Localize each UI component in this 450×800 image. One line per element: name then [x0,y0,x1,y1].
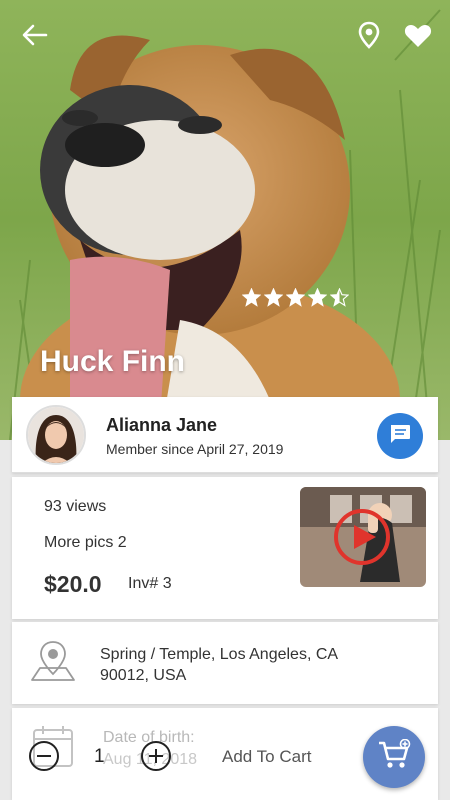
video-thumbnail[interactable] [300,487,426,587]
back-arrow-icon[interactable] [18,18,52,52]
star-half-icon [330,288,349,307]
more-pics-link[interactable]: More pics 2 [44,534,127,552]
plus-circle-icon [140,741,172,776]
star-full-icon [264,288,283,307]
rating-stars [242,288,349,307]
favorite-heart-icon[interactable] [401,18,435,52]
map-location-icon [30,638,76,689]
location-card[interactable]: Spring / Temple, Los Angeles, CA 90012, … [12,622,438,704]
member-since-text: Member since April 27, 2019 [106,441,284,457]
add-to-cart-button[interactable] [363,726,425,788]
star-full-icon [308,288,327,307]
add-to-cart-label[interactable]: Add To Cart [222,747,311,767]
inventory-number: Inv# 3 [128,575,172,592]
increase-quantity-button[interactable] [140,740,172,777]
address-text: Spring / Temple, Los Angeles, CA 90012, … [100,646,338,684]
owner-card[interactable]: Alianna Jane Member since April 27, 2019 [12,397,438,473]
minus-circle-icon [28,741,60,776]
message-button[interactable] [377,413,423,459]
star-full-icon [286,288,305,307]
owner-name: Alianna Jane [106,415,218,435]
pet-name: Huck Finn [40,345,186,378]
listing-details-card: 93 views More pics 2 $20.0 Inv# 3 [12,477,438,619]
location-pin-icon[interactable] [352,18,386,52]
owner-avatar[interactable] [26,405,86,465]
quantity-value: 1 [94,746,105,767]
views-count: 93 views [44,498,107,515]
price: $20.0 [44,571,102,597]
chat-icon [388,423,412,450]
cart-add-icon [377,738,411,776]
star-full-icon [242,288,261,307]
decrease-quantity-button[interactable] [28,740,60,777]
